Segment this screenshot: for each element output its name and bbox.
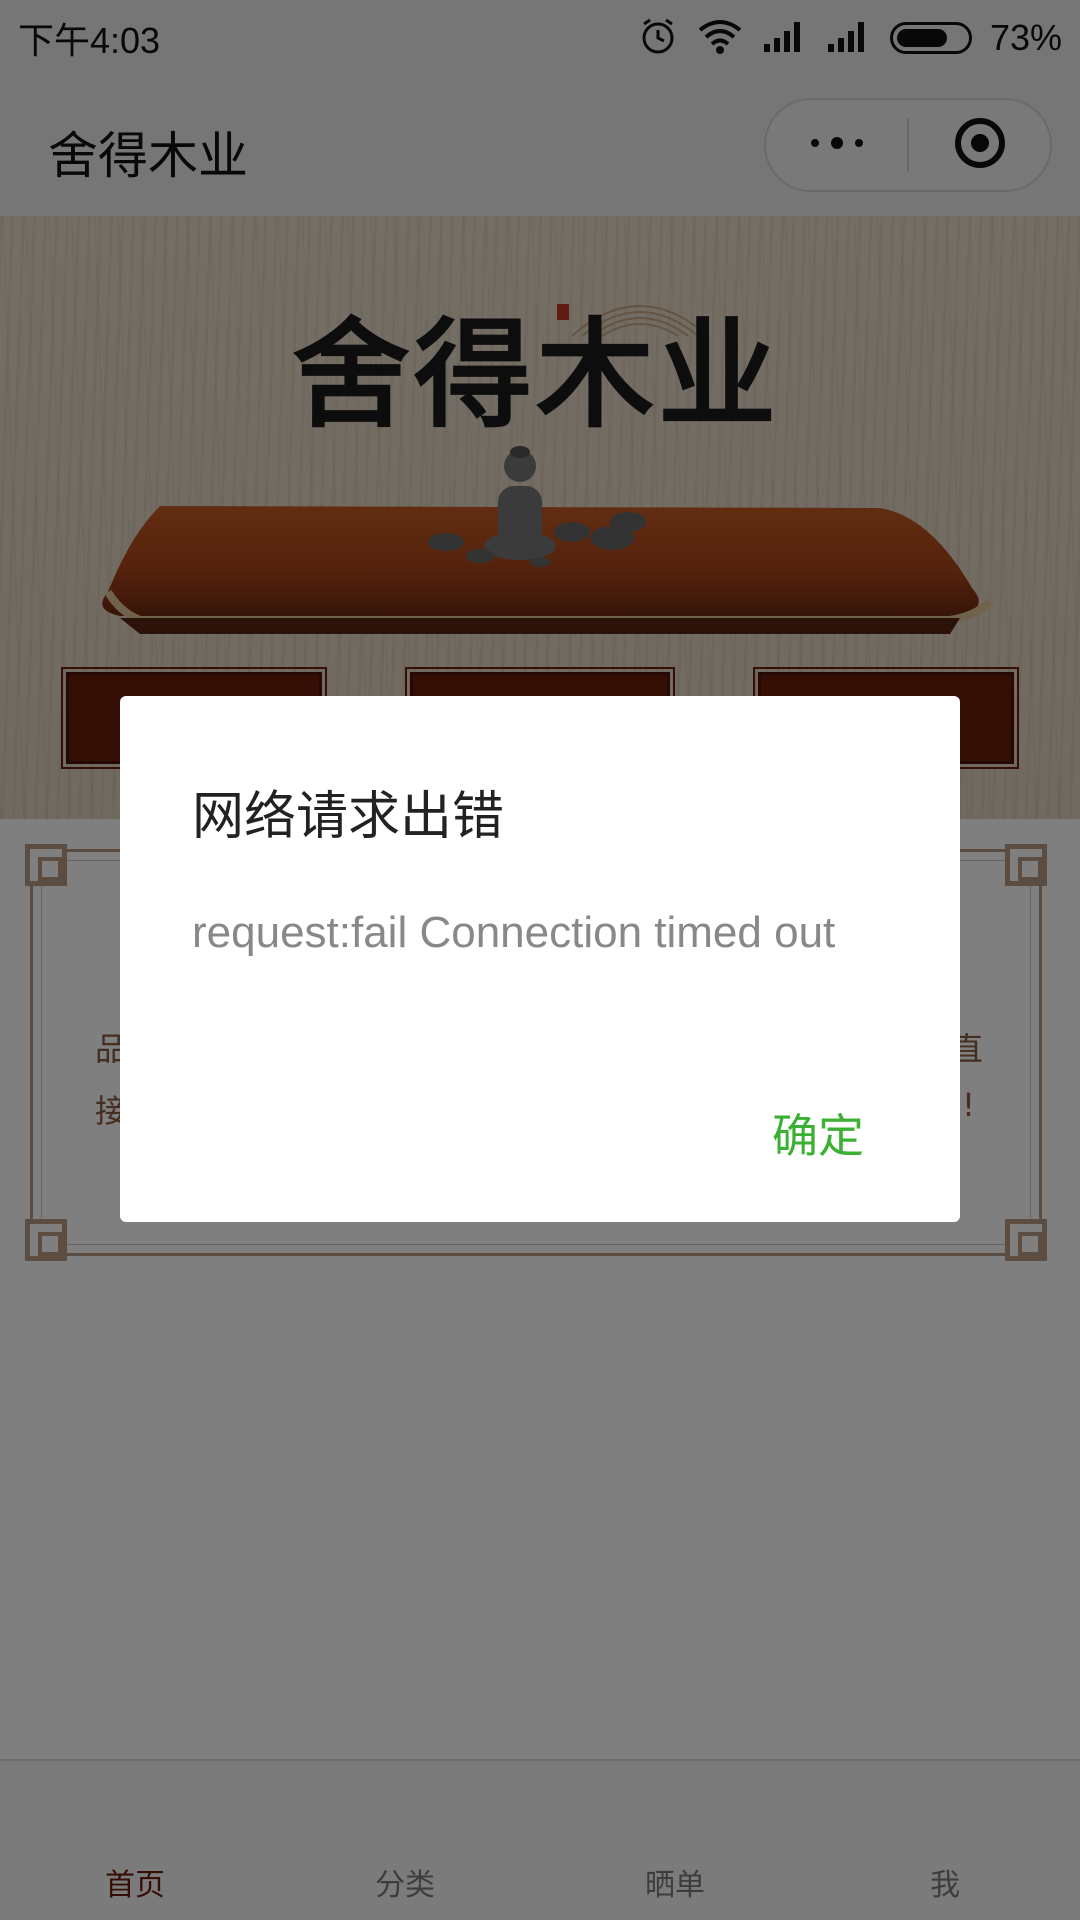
- dialog-message: request:fail Connection timed out: [192, 908, 836, 957]
- confirm-button[interactable]: 确定: [772, 1100, 864, 1166]
- error-dialog: 网络请求出错 request:fail Connection timed out…: [120, 696, 960, 1222]
- dialog-title: 网络请求出错: [192, 787, 505, 847]
